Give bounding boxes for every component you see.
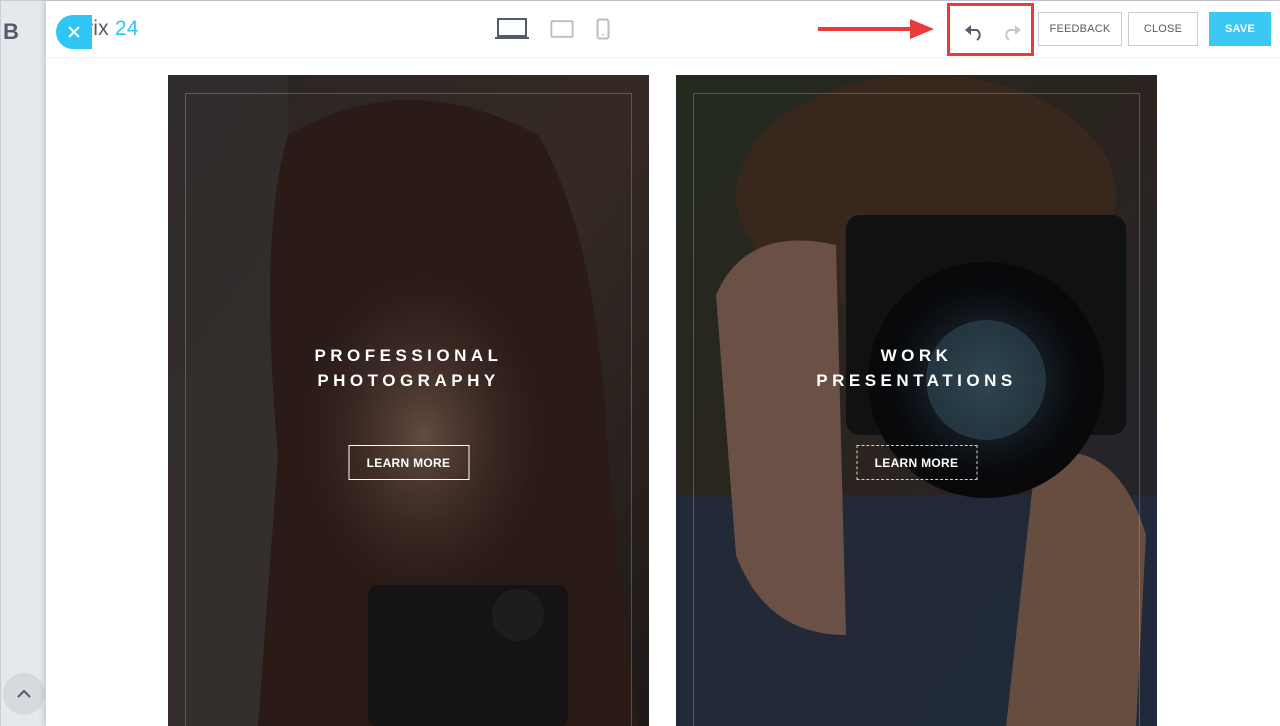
card-title: WORK PRESENTATIONS bbox=[816, 346, 1017, 390]
promo-card-presentations: WORK PRESENTATIONS LEARN MORE bbox=[676, 75, 1157, 726]
editor-panel: Bitrix 24 FEEDBACK CLOSE SAVE bbox=[46, 1, 1280, 726]
close-icon bbox=[68, 26, 80, 38]
card-frame bbox=[185, 93, 632, 726]
history-controls bbox=[951, 15, 1035, 55]
device-switcher bbox=[494, 17, 610, 41]
background-page: B bbox=[1, 1, 47, 726]
card-frame bbox=[693, 93, 1140, 726]
slider-close-button[interactable] bbox=[56, 15, 92, 49]
learn-more-button[interactable]: LEARN MORE bbox=[348, 445, 469, 480]
editor-toolbar: Bitrix 24 FEEDBACK CLOSE SAVE bbox=[46, 1, 1280, 58]
close-button[interactable]: CLOSE bbox=[1128, 12, 1198, 46]
scroll-up-button[interactable] bbox=[3, 673, 45, 715]
background-logo: B bbox=[3, 19, 19, 44]
desktop-preview-button[interactable] bbox=[494, 17, 530, 41]
learn-more-button[interactable]: LEARN MORE bbox=[856, 445, 977, 480]
tablet-preview-button[interactable] bbox=[550, 19, 574, 39]
card-title: PROFESSIONAL PHOTOGRAPHY bbox=[314, 346, 503, 390]
mobile-preview-button[interactable] bbox=[596, 18, 610, 40]
undo-icon bbox=[965, 24, 981, 41]
redo-button[interactable] bbox=[1000, 24, 1022, 46]
promo-card-photography: PROFESSIONAL PHOTOGRAPHY LEARN MORE bbox=[168, 75, 649, 726]
tablet-icon bbox=[550, 20, 574, 38]
save-button[interactable]: SAVE bbox=[1209, 12, 1271, 46]
chevron-up-icon bbox=[17, 689, 31, 698]
undo-button[interactable] bbox=[964, 24, 986, 46]
feedback-button[interactable]: FEEDBACK bbox=[1038, 12, 1122, 46]
brand-number: 24 bbox=[114, 17, 139, 40]
annotation-arrow-icon bbox=[818, 19, 934, 39]
redo-icon bbox=[1005, 24, 1021, 41]
phone-icon bbox=[596, 18, 610, 40]
laptop-icon bbox=[495, 18, 529, 39]
